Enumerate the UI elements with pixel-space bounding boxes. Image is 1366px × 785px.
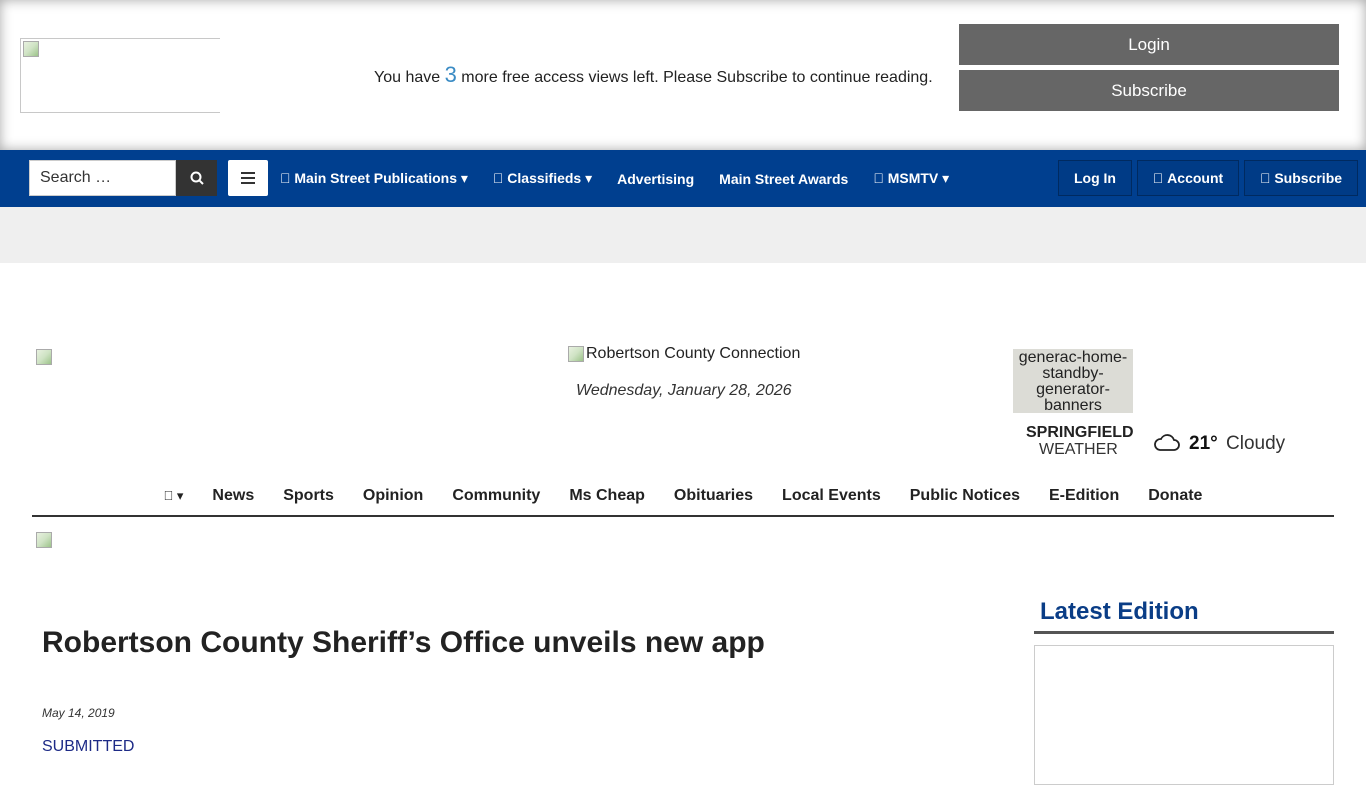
search-icon bbox=[190, 171, 204, 185]
free-views-count: 3 bbox=[444, 62, 457, 87]
nav-obituaries[interactable]: Obituaries bbox=[674, 487, 753, 505]
nav-classifieds[interactable]:  Classifieds ▾ bbox=[493, 170, 592, 187]
nav-e-edition[interactable]: E-Edition bbox=[1049, 487, 1119, 505]
nav-msmtv[interactable]:  MSMTV ▾ bbox=[873, 170, 949, 187]
paywall-banner: You have 3 more free access views left. … bbox=[0, 0, 1366, 150]
main-nav:  ▾ News Sports Opinion Community Ms Che… bbox=[32, 476, 1334, 517]
nav-opinion[interactable]: Opinion bbox=[363, 487, 423, 505]
weather-temperature: 21° bbox=[1189, 433, 1218, 454]
weather-condition: Cloudy bbox=[1226, 433, 1286, 454]
search-input[interactable]: Search … bbox=[29, 160, 176, 196]
article-date: May 14, 2019 bbox=[42, 706, 115, 720]
nav-public-notices[interactable]: Public Notices bbox=[910, 487, 1020, 505]
nav-main-street-awards[interactable]: Main Street Awards bbox=[719, 171, 848, 187]
broken-image-icon bbox=[568, 346, 584, 362]
generator-ad[interactable]: generac-home-standby-generator-banners bbox=[1013, 349, 1133, 414]
nav-local-events[interactable]: Local Events bbox=[782, 487, 881, 505]
article-byline[interactable]: SUBMITTED bbox=[42, 738, 134, 756]
nav-sports[interactable]: Sports bbox=[283, 487, 334, 505]
broken-image-icon bbox=[36, 349, 52, 365]
weather-city[interactable]: SPRINGFIELD bbox=[1026, 424, 1134, 442]
nav-advertising[interactable]: Advertising bbox=[617, 171, 694, 187]
masthead-date: Wednesday, January 28, 2026 bbox=[576, 382, 792, 399]
menu-button[interactable] bbox=[228, 160, 268, 196]
top-nav-bar: Search …  Main Street Publications ▾  … bbox=[0, 150, 1366, 207]
weather-label: WEATHER bbox=[1039, 441, 1118, 458]
subscribe-button[interactable]:  Subscribe bbox=[1244, 160, 1358, 196]
ad-band bbox=[0, 207, 1366, 263]
cloud-icon bbox=[1154, 434, 1180, 451]
nav-news[interactable]: News bbox=[212, 487, 254, 505]
broken-image-icon bbox=[36, 532, 52, 548]
site-logo[interactable]: Robertson County Connection bbox=[568, 345, 800, 363]
paywall-login-button[interactable]: Login bbox=[959, 24, 1339, 65]
hamburger-icon bbox=[241, 172, 255, 184]
nav-community[interactable]: Community bbox=[452, 487, 540, 505]
login-button[interactable]: Log In bbox=[1058, 160, 1132, 196]
top-nav-links:  Main Street Publications ▾  Classifie… bbox=[280, 150, 974, 207]
paywall-logo bbox=[20, 38, 220, 113]
article-title: Robertson County Sheriff’s Office unveil… bbox=[42, 626, 765, 659]
latest-edition-frame[interactable] bbox=[1034, 645, 1334, 785]
paywall-message: You have 3 more free access views left. … bbox=[374, 62, 933, 87]
nav-donate[interactable]: Donate bbox=[1148, 487, 1202, 505]
nav-ms-cheap[interactable]: Ms Cheap bbox=[569, 487, 645, 505]
home-menu[interactable]:  ▾ bbox=[164, 488, 184, 504]
search-button[interactable] bbox=[176, 160, 217, 196]
broken-image-icon bbox=[23, 41, 39, 57]
sidebar-latest-edition-title: Latest Edition bbox=[1034, 598, 1334, 634]
nav-main-street-publications[interactable]:  Main Street Publications ▾ bbox=[280, 170, 468, 187]
paywall-subscribe-button[interactable]: Subscribe bbox=[959, 70, 1339, 111]
account-button[interactable]:  Account bbox=[1137, 160, 1239, 196]
